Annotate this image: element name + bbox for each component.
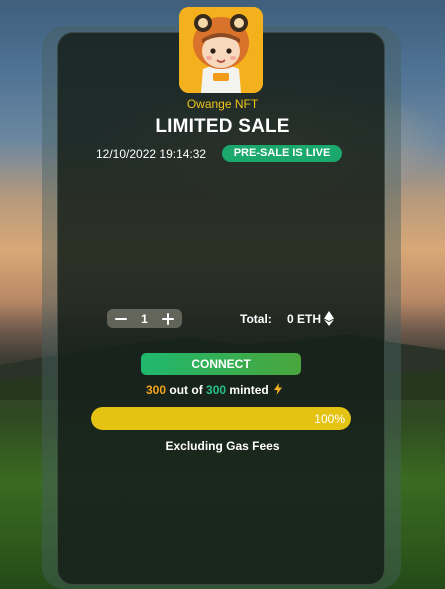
- status-badge: PRE-SALE IS LIVE: [222, 145, 342, 162]
- collection-avatar: [179, 7, 263, 93]
- minted-number: 300: [146, 383, 167, 397]
- mint-progress-bar: 100%: [91, 407, 351, 430]
- minted-count: 300 out of 300 minted: [146, 383, 283, 397]
- out-of-text: out of: [169, 383, 203, 397]
- lightning-icon: [274, 383, 283, 395]
- mint-card: [57, 32, 385, 585]
- gas-fee-note: Excluding Gas Fees: [165, 439, 280, 453]
- collection-name: Owange NFT: [186, 97, 259, 111]
- progress-fill: [91, 407, 351, 430]
- max-supply-number: 300: [206, 383, 227, 397]
- ethereum-icon: [324, 311, 334, 326]
- minted-suffix: minted: [229, 383, 269, 397]
- sale-datetime: 12/10/2022 19:14:32: [96, 147, 207, 161]
- progress-label: 100%: [314, 412, 345, 426]
- page-title: LIMITED SALE: [155, 116, 290, 137]
- connect-button[interactable]: CONNECT: [141, 353, 301, 375]
- total-value: 0 ETH: [287, 312, 322, 326]
- minus-icon[interactable]: [113, 311, 129, 327]
- plus-icon[interactable]: [160, 311, 176, 327]
- quantity-value[interactable]: 1: [141, 312, 148, 326]
- total-label: Total:: [240, 312, 272, 326]
- quantity-stepper: 1: [107, 309, 182, 328]
